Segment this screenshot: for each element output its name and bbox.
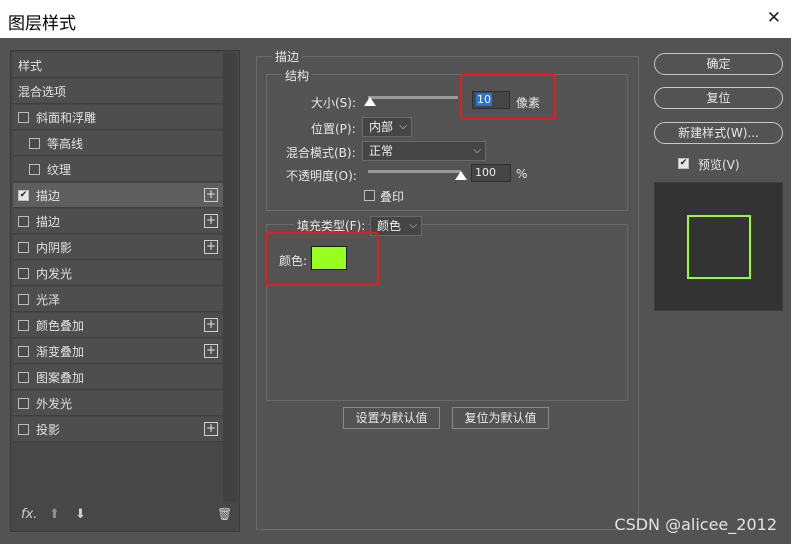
overprint-checkbox[interactable] bbox=[364, 190, 375, 201]
style-list-panel: 样式 混合选项 斜面和浮雕 等高线 纹理 ✔ 描边 + 描边 + 内阴影 + 内发光 光泽 颜色叠加 + 渐变叠… bbox=[10, 50, 240, 532]
reset-button[interactable]: 复位 bbox=[654, 87, 783, 109]
sidebar-item[interactable]: 投影 + bbox=[13, 417, 223, 442]
add-effect-icon[interactable]: + bbox=[204, 344, 218, 358]
fx-icon[interactable]: fx. bbox=[21, 507, 37, 522]
trash-icon[interactable]: 🗑 bbox=[217, 507, 232, 521]
fill-type-value: 颜色 bbox=[377, 219, 402, 233]
style-list-footer: fx. ⬆ ⬇ 🗑 bbox=[19, 507, 233, 525]
opacity-unit: % bbox=[516, 167, 528, 181]
add-effect-icon[interactable]: + bbox=[204, 318, 218, 332]
style-list-scrollbar[interactable] bbox=[223, 53, 237, 501]
sidebar-item[interactable]: 描边 + bbox=[13, 209, 223, 234]
sidebar-item[interactable]: 图案叠加 bbox=[13, 365, 223, 390]
sidebar-item-label: 描边 bbox=[36, 188, 61, 203]
sidebar-item-checkbox[interactable] bbox=[29, 137, 40, 149]
reset-default-button[interactable]: 复位为默认值 bbox=[452, 407, 549, 429]
overprint-label: 叠印 bbox=[380, 190, 405, 204]
sidebar-item[interactable]: 内发光 bbox=[13, 261, 223, 286]
sidebar-item-label: 内发光 bbox=[36, 266, 73, 281]
sidebar-item[interactable]: 渐变叠加 + bbox=[13, 339, 223, 364]
size-label: 大小(S): bbox=[311, 96, 357, 110]
chevron-down-icon: ⌵ bbox=[473, 145, 481, 156]
size-highlight-box bbox=[460, 74, 556, 120]
new-style-button[interactable]: 新建样式(W)... bbox=[654, 122, 783, 144]
add-effect-icon[interactable]: + bbox=[204, 422, 218, 436]
preview-label: 预览(V) bbox=[698, 158, 740, 172]
sidebar-item-label: 投影 bbox=[36, 422, 61, 437]
sidebar-item-checkbox[interactable] bbox=[18, 267, 29, 279]
preview-stroke-square bbox=[687, 215, 751, 279]
sidebar-item-checkbox[interactable]: ✔ bbox=[18, 189, 29, 201]
chevron-down-icon: ⌵ bbox=[399, 121, 407, 132]
sidebar-item-label: 外发光 bbox=[36, 396, 73, 411]
sidebar-item-label: 等高线 bbox=[47, 136, 84, 151]
position-value: 内部 bbox=[369, 120, 394, 134]
sidebar-item-label: 描边 bbox=[36, 214, 61, 229]
blend-mode-dropdown[interactable]: 正常 ⌵ bbox=[362, 141, 486, 161]
opacity-slider-thumb[interactable] bbox=[455, 171, 467, 180]
opacity-label: 不透明度(O): bbox=[286, 169, 357, 183]
sidebar-item-checkbox[interactable] bbox=[18, 345, 29, 357]
sidebar-item-checkbox[interactable] bbox=[29, 163, 40, 175]
opacity-slider-track[interactable] bbox=[368, 170, 461, 173]
sidebar-item[interactable]: 样式 bbox=[13, 53, 223, 78]
sidebar-item[interactable]: 内阴影 + bbox=[13, 235, 223, 260]
move-down-icon[interactable]: ⬇ bbox=[75, 507, 86, 522]
sidebar-item[interactable]: ✔ 描边 + bbox=[13, 183, 223, 208]
add-effect-icon[interactable]: + bbox=[204, 240, 218, 254]
sidebar-item-label: 混合选项 bbox=[18, 84, 67, 99]
sidebar-item-label: 渐变叠加 bbox=[36, 344, 85, 359]
sidebar-item-checkbox[interactable] bbox=[18, 371, 29, 383]
sidebar-item-checkbox[interactable] bbox=[18, 319, 29, 331]
watermark: CSDN @alicee_2012 bbox=[614, 515, 777, 534]
make-default-button[interactable]: 设置为默认值 bbox=[343, 407, 440, 429]
sidebar-item[interactable]: 斜面和浮雕 bbox=[13, 105, 223, 130]
blend-mode-value: 正常 bbox=[369, 144, 394, 158]
sidebar-item-checkbox[interactable] bbox=[18, 397, 29, 409]
blend-mode-label: 混合模式(B): bbox=[286, 146, 356, 160]
sidebar-item-checkbox[interactable] bbox=[18, 241, 29, 253]
size-slider-track[interactable] bbox=[368, 96, 458, 99]
sidebar-item-label: 斜面和浮雕 bbox=[36, 110, 97, 125]
close-icon[interactable]: ✕ bbox=[767, 8, 781, 28]
sidebar-item-label: 纹理 bbox=[47, 162, 72, 177]
sidebar-item-label: 样式 bbox=[18, 58, 43, 73]
sidebar-item-checkbox[interactable] bbox=[18, 293, 29, 305]
sidebar-item-label: 内阴影 bbox=[36, 240, 73, 255]
opacity-input[interactable]: 100 bbox=[471, 164, 511, 182]
sidebar-item[interactable]: 纹理 bbox=[13, 157, 223, 182]
ok-button[interactable]: 确定 bbox=[654, 53, 783, 75]
sidebar-item-label: 图案叠加 bbox=[36, 370, 85, 385]
sidebar-item-checkbox[interactable] bbox=[18, 423, 29, 435]
add-effect-icon[interactable]: + bbox=[204, 188, 218, 202]
sidebar-item-checkbox[interactable] bbox=[18, 111, 29, 123]
sidebar-item-checkbox[interactable] bbox=[18, 215, 29, 227]
title-bar: 图层样式 ✕ bbox=[0, 0, 791, 38]
position-label: 位置(P): bbox=[311, 122, 356, 136]
structure-title: 结构 bbox=[282, 67, 313, 84]
preview-thumbnail bbox=[654, 182, 783, 311]
color-highlight-box bbox=[265, 232, 379, 286]
sidebar-item[interactable]: 混合选项 bbox=[13, 79, 223, 104]
dialog-title: 图层样式 bbox=[8, 14, 76, 34]
chevron-down-icon: ⌵ bbox=[409, 220, 417, 231]
sidebar-item[interactable]: 外发光 bbox=[13, 391, 223, 416]
stroke-section-title: 描边 bbox=[272, 48, 303, 65]
sidebar-item[interactable]: 等高线 bbox=[13, 131, 223, 156]
preview-checkbox[interactable]: ✔ bbox=[678, 158, 689, 169]
add-effect-icon[interactable]: + bbox=[204, 214, 218, 228]
sidebar-item-label: 颜色叠加 bbox=[36, 318, 85, 333]
sidebar-item[interactable]: 光泽 bbox=[13, 287, 223, 312]
sidebar-item-label: 光泽 bbox=[36, 292, 61, 307]
size-slider-thumb[interactable] bbox=[363, 97, 376, 106]
sidebar-item[interactable]: 颜色叠加 + bbox=[13, 313, 223, 338]
position-dropdown[interactable]: 内部 ⌵ bbox=[362, 117, 412, 137]
move-up-icon[interactable]: ⬆ bbox=[49, 507, 60, 522]
